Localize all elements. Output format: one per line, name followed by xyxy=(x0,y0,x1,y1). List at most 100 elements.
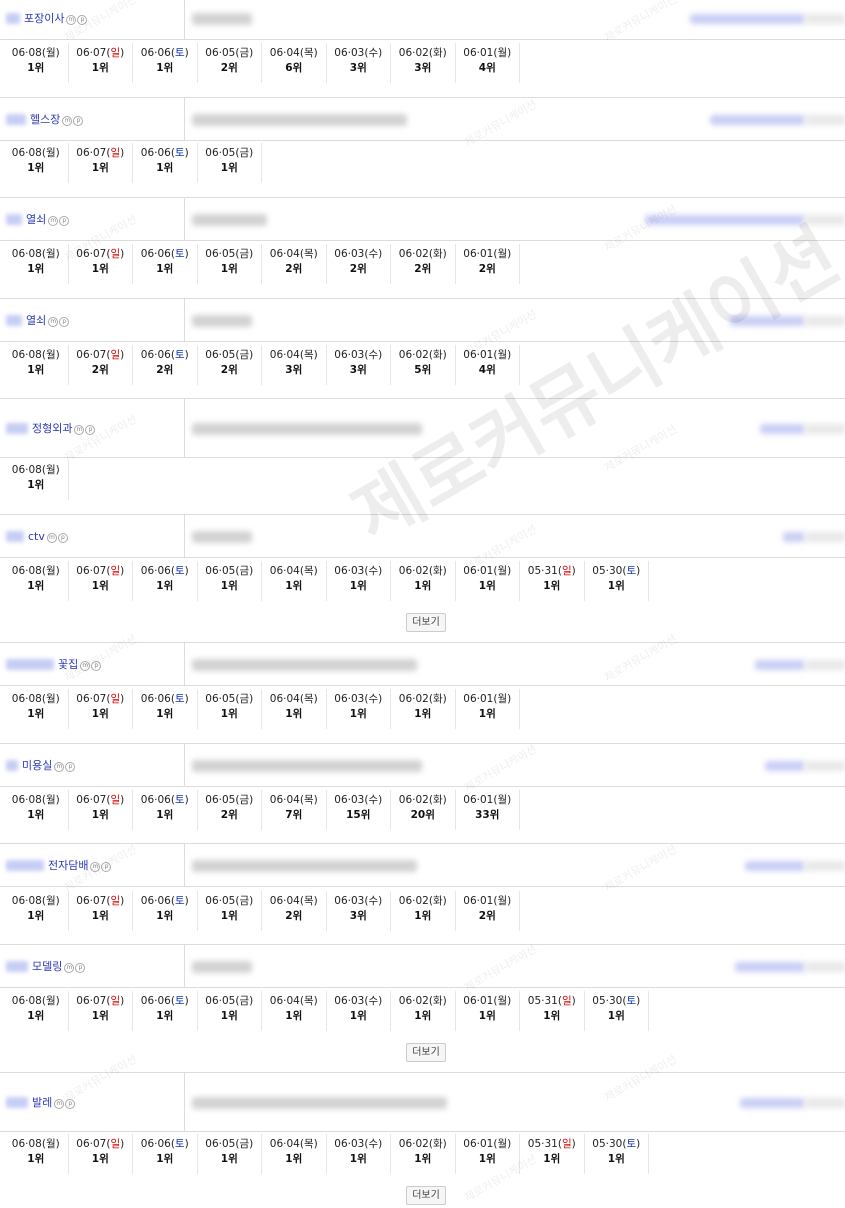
more-button[interactable]: 더보기 xyxy=(406,1186,446,1205)
pc-icon[interactable]: p xyxy=(85,425,96,435)
rank-date-md: 05·31 xyxy=(527,565,558,577)
mobile-icon[interactable]: m xyxy=(74,425,85,435)
mobile-icon[interactable]: m xyxy=(48,216,59,226)
rank-date-paren: ) xyxy=(184,794,189,806)
rank-date-paren: ) xyxy=(55,464,60,476)
rank-date: 06·08(월) xyxy=(4,46,68,61)
mobile-icon[interactable]: m xyxy=(54,762,65,772)
rank-cell: 06·06(토) 1위 xyxy=(133,689,198,729)
masked-store-name[interactable] xyxy=(730,316,805,326)
rank-date-paren: ) xyxy=(636,565,641,577)
masked-store-name[interactable] xyxy=(783,532,805,542)
keyword-link[interactable]: 발레 xyxy=(32,1094,52,1110)
rank-date-md: 06·08 xyxy=(11,464,42,476)
rank-date-paren: ) xyxy=(507,895,512,907)
rank-date: 06·01(월) xyxy=(456,692,520,707)
rank-cell: 06·05(금) 1위 xyxy=(198,1134,262,1174)
rank-date-paren: ) xyxy=(55,1138,60,1150)
mobile-icon[interactable]: m xyxy=(90,862,101,872)
rank-date-paren: ) xyxy=(249,995,254,1007)
mobile-icon[interactable]: m xyxy=(80,661,91,671)
masked-store-name[interactable] xyxy=(735,962,805,972)
pc-icon[interactable]: p xyxy=(73,116,84,126)
masked-store-name[interactable] xyxy=(755,660,805,670)
rank-value: 2위 xyxy=(478,910,496,922)
rank-value: 1위 xyxy=(27,162,45,174)
masked-url xyxy=(192,114,407,126)
pc-icon[interactable]: p xyxy=(101,862,112,872)
rank-date-md: 06·02 xyxy=(398,248,429,260)
pc-icon[interactable]: p xyxy=(75,963,86,973)
keyword-link[interactable]: 모델링 xyxy=(32,958,62,974)
mobile-icon[interactable]: m xyxy=(54,1099,65,1109)
masked-store-name[interactable] xyxy=(740,1098,805,1108)
rank-cell: 06·01(월) 1위 xyxy=(456,561,520,601)
rank-date-paren: ) xyxy=(313,995,318,1007)
rank-weekday: 토 xyxy=(174,47,185,59)
rank-weekday: 토 xyxy=(174,895,185,907)
keyword-link[interactable]: 미용실 xyxy=(22,757,52,773)
mobile-icon[interactable]: m xyxy=(66,15,77,25)
keyword-link[interactable]: 전자담배 xyxy=(48,857,88,873)
rank-cell: 06·04(목) 2위 xyxy=(262,891,327,931)
pc-icon[interactable]: p xyxy=(59,216,70,226)
masked-store-name[interactable] xyxy=(690,14,805,24)
rank-weekday: 일 xyxy=(561,565,572,577)
masked-store-name[interactable] xyxy=(710,115,805,125)
rank-date-md: 06·04 xyxy=(269,693,300,705)
mobile-icon[interactable]: m xyxy=(62,116,73,126)
rank-cell: 06·01(월) 1위 xyxy=(456,991,520,1031)
rank-date: 06·03(수) xyxy=(327,247,391,262)
rank-weekday: 월 xyxy=(45,47,56,59)
rank-date: 06·04(목) xyxy=(262,793,326,808)
keyword-link[interactable]: 헬스장 xyxy=(30,111,60,127)
keyword-link[interactable]: 열쇠 xyxy=(26,312,46,328)
rank-cell: 06·03(수) 1위 xyxy=(327,1134,391,1174)
rank-date-paren: ) xyxy=(249,794,254,806)
rank-date: 06·01(월) xyxy=(456,46,520,61)
pc-icon[interactable]: p xyxy=(77,15,88,25)
masked-store-name[interactable] xyxy=(745,861,805,871)
mobile-pc-icons: mp xyxy=(62,116,84,126)
mobile-icon[interactable]: m xyxy=(64,963,75,973)
pc-icon[interactable]: p xyxy=(65,762,76,772)
rank-value: 1위 xyxy=(156,708,174,720)
keyword-link[interactable]: 열쇠 xyxy=(26,211,46,227)
rank-date-paren: ) xyxy=(249,248,254,260)
rank-date-md: 06·05 xyxy=(205,794,236,806)
rank-date: 06·05(금) xyxy=(198,46,262,61)
mobile-icon[interactable]: m xyxy=(48,317,59,327)
rank-date: 06·08(월) xyxy=(4,692,68,707)
masked-store-name[interactable] xyxy=(760,424,805,434)
rank-value: 1위 xyxy=(220,1153,238,1165)
pc-icon[interactable]: p xyxy=(59,317,70,327)
rank-date-md: 06·08 xyxy=(11,995,42,1007)
rank-date-md: 06·08 xyxy=(11,47,42,59)
mobile-pc-icons: mp xyxy=(66,15,88,25)
pc-icon[interactable]: p xyxy=(91,661,102,671)
rank-history: 06·08(월) 1위 06·07(일) 2위 06·06(토) 2위 06·05(금) 2위… xyxy=(4,345,520,385)
rank-date-paren: ) xyxy=(442,248,447,260)
rank-date-paren: ) xyxy=(442,1138,447,1150)
keyword-link[interactable]: 꽃집 xyxy=(58,656,78,672)
rank-weekday: 금 xyxy=(239,1138,250,1150)
more-button[interactable]: 더보기 xyxy=(406,613,446,632)
mobile-icon[interactable]: m xyxy=(46,533,57,543)
masked-store-name[interactable] xyxy=(645,215,805,225)
pc-icon[interactable]: p xyxy=(57,533,68,543)
masked-store-name[interactable] xyxy=(765,761,805,771)
keyword-link[interactable]: 포장이사 xyxy=(24,10,64,26)
more-button[interactable]: 더보기 xyxy=(406,1043,446,1062)
rank-date-paren: ) xyxy=(184,995,189,1007)
rank-date-paren: ) xyxy=(55,248,60,260)
keyword-link[interactable]: ctv xyxy=(28,530,45,543)
keyword-row: 열쇠 m p xyxy=(0,197,845,241)
rank-date: 06·01(월) xyxy=(456,1137,520,1152)
rank-date: 06·04(목) xyxy=(262,247,326,262)
rank-date-paren: ) xyxy=(120,47,125,59)
pc-icon[interactable]: p xyxy=(65,1099,76,1109)
rank-date-paren: ) xyxy=(249,565,254,577)
masked-region-label xyxy=(6,422,28,434)
rank-date: 06·02(화) xyxy=(391,247,455,262)
keyword-link[interactable]: 정형외과 xyxy=(32,420,72,436)
